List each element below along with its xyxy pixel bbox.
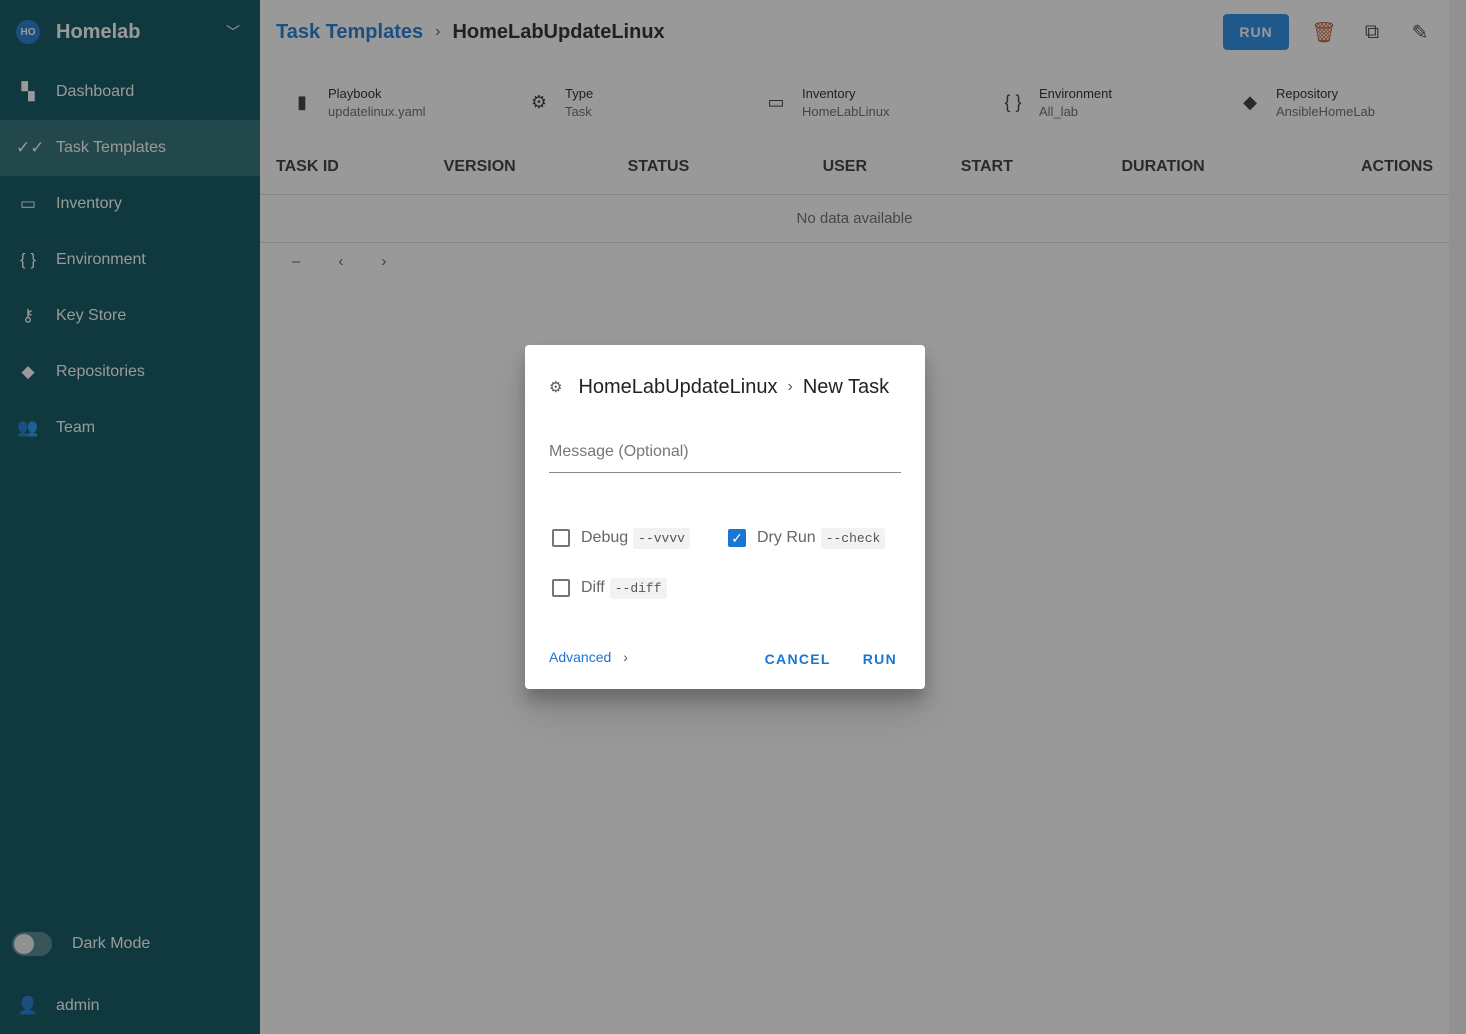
checkbox-flag: --vvvv [633, 527, 690, 549]
message-input[interactable]: Message (Optional) [549, 431, 901, 473]
gear-icon: ⚙ [549, 379, 563, 396]
checkbox-label: Diff [581, 579, 605, 596]
chevron-right-icon: › [623, 649, 628, 665]
debug-checkbox[interactable]: Debug --vvvv [549, 527, 725, 549]
checkbox-unchecked-icon[interactable] [552, 529, 570, 547]
new-task-dialog: ⚙ HomeLabUpdateLinux › New Task Message … [525, 345, 925, 689]
checkbox-checked-icon[interactable]: ✓ [728, 529, 746, 547]
dry-run-checkbox[interactable]: ✓ Dry Run --check [725, 527, 901, 549]
checkbox-unchecked-icon[interactable] [552, 579, 570, 597]
checkbox-label: Dry Run [757, 529, 816, 546]
checkbox-flag: --diff [609, 577, 667, 599]
advanced-label[interactable]: Advanced [549, 649, 611, 665]
run-task-button[interactable]: RUN [851, 645, 909, 673]
cancel-button[interactable]: CANCEL [753, 645, 843, 673]
dialog-subtitle: New Task [802, 375, 890, 398]
checkbox-flag: --check [820, 527, 886, 549]
chevron-right-icon: › [787, 378, 793, 395]
dialog-template-name: HomeLabUpdateLinux [578, 375, 778, 398]
diff-checkbox[interactable]: Diff --diff [549, 577, 725, 599]
checkbox-label: Debug [581, 529, 629, 546]
dialog-title: ⚙ HomeLabUpdateLinux › New Task [525, 345, 925, 409]
